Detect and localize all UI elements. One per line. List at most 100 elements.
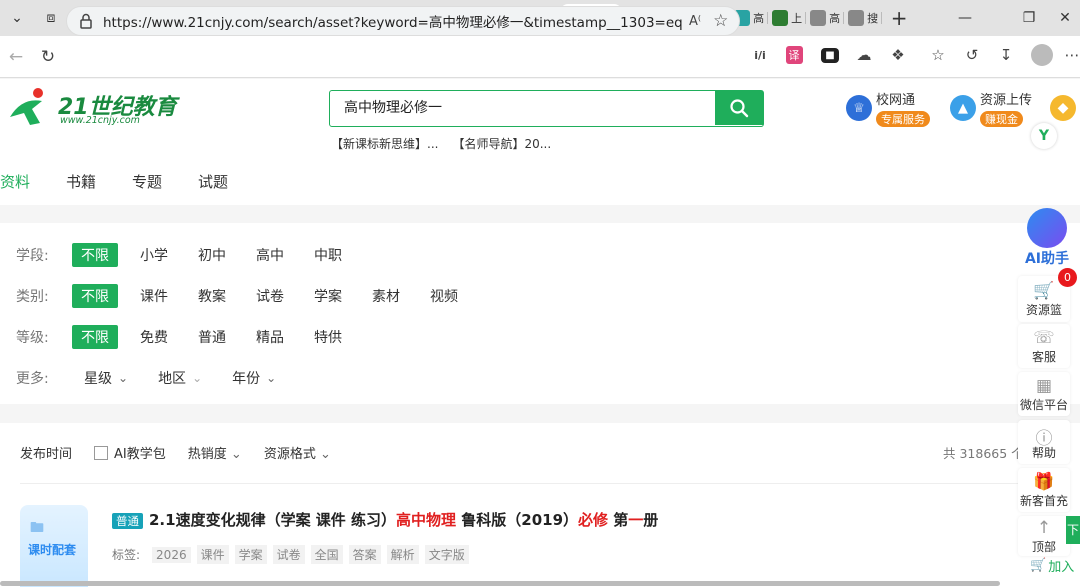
tab-materials[interactable]: 资料 xyxy=(0,171,30,203)
tag[interactable]: 2026 xyxy=(152,546,191,563)
favorites-list-icon[interactable]: ☆ xyxy=(924,41,952,69)
format-dropdown[interactable]: 资源格式 ⌄ xyxy=(264,443,331,462)
translate-extension-icon[interactable]: 译 xyxy=(780,41,808,69)
thumbnail-label: 课时配套 xyxy=(28,543,77,557)
filter-option[interactable]: 高中 xyxy=(256,245,284,265)
filter-option[interactable]: 素材 xyxy=(372,286,400,306)
year-dropdown[interactable]: 年份 ⌄ xyxy=(232,368,276,388)
wechat-platform-button[interactable]: ▦ 微信平台 xyxy=(1018,372,1070,416)
result-title[interactable]: 普通 2.1速度变化规律（学案 课件 练习）高中物理 鲁科版（2019）必修 第一… xyxy=(112,509,658,530)
extensions-puzzle-icon[interactable]: ❖ xyxy=(884,41,912,69)
tab-books[interactable]: 书籍 xyxy=(66,171,96,203)
region-dropdown[interactable]: 地区 ⌄ xyxy=(158,368,202,388)
site-search: 高中物理必修一 xyxy=(329,90,764,127)
site-logo[interactable]: 21世纪教育 www.21cnjy.com xyxy=(4,87,184,127)
ai-robot-icon xyxy=(1027,208,1067,248)
filter-row-more: 更多: 星级 ⌄ 地区 ⌄ 年份 ⌄ xyxy=(16,366,306,390)
customer-service-button[interactable]: ☏ 客服 xyxy=(1018,324,1070,368)
tag[interactable]: 学案 xyxy=(234,545,267,564)
cloud-icon[interactable]: ☁ xyxy=(850,41,878,69)
title-highlight: 一 xyxy=(628,511,644,529)
extension-ifi-icon[interactable]: i/i xyxy=(746,41,774,69)
filter-option[interactable]: 不限 xyxy=(72,284,118,308)
help-button[interactable]: ⓘ 帮助 xyxy=(1018,420,1070,464)
download-icon[interactable]: ↧ xyxy=(992,41,1020,69)
filter-option[interactable]: 初中 xyxy=(198,245,226,265)
search-button[interactable] xyxy=(715,91,763,125)
filter-option[interactable]: 普通 xyxy=(198,327,226,347)
results-panel: 发布时间 AI教学包 热销度 ⌄ 资源格式 ⌄ 共 318665 个 🖿 课时配… xyxy=(0,423,1080,587)
upload-link[interactable]: ▲ 资源上传 赚现金 xyxy=(950,89,1032,127)
favorite-star-icon[interactable]: ☆ xyxy=(713,11,728,31)
star-rating-dropdown[interactable]: 星级 ⌄ xyxy=(84,368,128,388)
browser-tab[interactable]: 高 xyxy=(806,3,845,33)
logo-url: www.21cnjy.com xyxy=(60,115,140,126)
vip-diamond-icon[interactable]: ◆ xyxy=(1050,95,1076,121)
dropdown-label: 地区 xyxy=(158,371,187,387)
read-aloud-icon[interactable]: A⁽ xyxy=(689,14,701,29)
chevron-down-icon: ⌄ xyxy=(118,371,129,385)
assistant-y-icon[interactable]: Y xyxy=(1031,123,1057,149)
tab-list-chevron-icon[interactable]: ⌄ xyxy=(0,0,34,36)
filter-option[interactable]: 不限 xyxy=(72,325,118,349)
sort-popularity[interactable]: 热销度 ⌄ xyxy=(188,443,242,462)
result-tags: 标签: 2026 课件 学案 试卷 全国 答案 解析 文字版 xyxy=(112,545,469,564)
filter-row-stage: 学段: 不限 小学 初中 高中 中职 xyxy=(16,243,372,267)
new-customer-recharge-button[interactable]: 🎁 新客首充 xyxy=(1018,468,1070,512)
filter-option[interactable]: 特供 xyxy=(314,327,342,347)
school-network-link[interactable]: ♕ 校网通 专属服务 xyxy=(846,89,930,127)
tag[interactable]: 课件 xyxy=(196,545,229,564)
tab-questions[interactable]: 试题 xyxy=(198,171,228,203)
back-arrow-icon[interactable]: ← xyxy=(0,41,32,73)
browser-tab[interactable]: 搜 xyxy=(844,3,883,33)
browser-tab[interactable]: 上 xyxy=(768,3,807,33)
arrow-up-icon: ↑ xyxy=(1036,518,1052,538)
join-basket-button[interactable]: 🛒 加入 xyxy=(1030,556,1074,575)
reload-icon[interactable]: ↻ xyxy=(32,41,64,73)
workspaces-icon[interactable]: ⧈ xyxy=(34,0,68,36)
browser-toolbar: ← ↻ xyxy=(0,36,1080,78)
edge-tab[interactable]: 下 xyxy=(1066,516,1080,544)
tag[interactable]: 全国 xyxy=(310,545,343,564)
filter-option[interactable]: 精品 xyxy=(256,327,284,347)
more-menu-icon[interactable]: ⋯ xyxy=(1058,41,1080,69)
filter-row-level: 等级: 不限 免费 普通 精品 特供 xyxy=(16,325,372,349)
tag[interactable]: 文字版 xyxy=(424,545,469,564)
filter-option[interactable]: 教案 xyxy=(198,286,226,306)
checkbox[interactable] xyxy=(94,446,109,460)
new-tab-button[interactable]: + xyxy=(882,6,916,30)
filter-option[interactable]: 课件 xyxy=(140,286,168,306)
runner-logo-icon xyxy=(10,88,43,125)
hot-link[interactable]: 【新课标新思维】... xyxy=(331,135,438,152)
restore-icon[interactable]: ❐ xyxy=(1006,0,1052,36)
search-input[interactable]: 高中物理必修一 xyxy=(330,91,715,126)
tab-label: 高 xyxy=(753,12,765,25)
tag[interactable]: 解析 xyxy=(386,545,419,564)
filter-option[interactable]: 学案 xyxy=(314,286,342,306)
address-bar[interactable]: https://www.21cnjy.com/search/asset?keyw… xyxy=(66,6,740,36)
filter-option[interactable]: 小学 xyxy=(140,245,168,265)
tab-topics[interactable]: 专题 xyxy=(132,171,162,203)
ai-pack-filter[interactable]: AI教学包 xyxy=(94,443,166,462)
tag[interactable]: 试卷 xyxy=(272,545,305,564)
horizontal-scrollbar[interactable] xyxy=(0,581,1000,586)
ai-assistant-button[interactable]: AI助手 xyxy=(1016,208,1078,268)
filter-option[interactable]: 不限 xyxy=(72,243,118,267)
sort-publish-time[interactable]: 发布时间 xyxy=(20,443,72,462)
tag[interactable]: 答案 xyxy=(348,545,381,564)
lock-icon xyxy=(80,13,92,29)
minimize-icon[interactable]: — xyxy=(942,0,988,36)
level-badge: 普通 xyxy=(112,513,143,529)
filter-option[interactable]: 免费 xyxy=(140,327,168,347)
extension-tab-icon[interactable]: ■ xyxy=(816,41,844,69)
filter-option[interactable]: 中职 xyxy=(314,245,342,265)
profile-avatar[interactable] xyxy=(1028,41,1056,69)
filter-option[interactable]: 试卷 xyxy=(256,286,284,306)
filter-option[interactable]: 视频 xyxy=(430,286,458,306)
search-icon xyxy=(730,99,749,118)
hot-link[interactable]: 【名师导航】20... xyxy=(452,135,551,152)
title-text: 第 xyxy=(608,511,629,529)
back-to-top-button[interactable]: ↑ 顶部 xyxy=(1018,516,1070,556)
close-window-icon[interactable]: ✕ xyxy=(1050,0,1080,36)
history-icon[interactable]: ↺ xyxy=(958,41,986,69)
